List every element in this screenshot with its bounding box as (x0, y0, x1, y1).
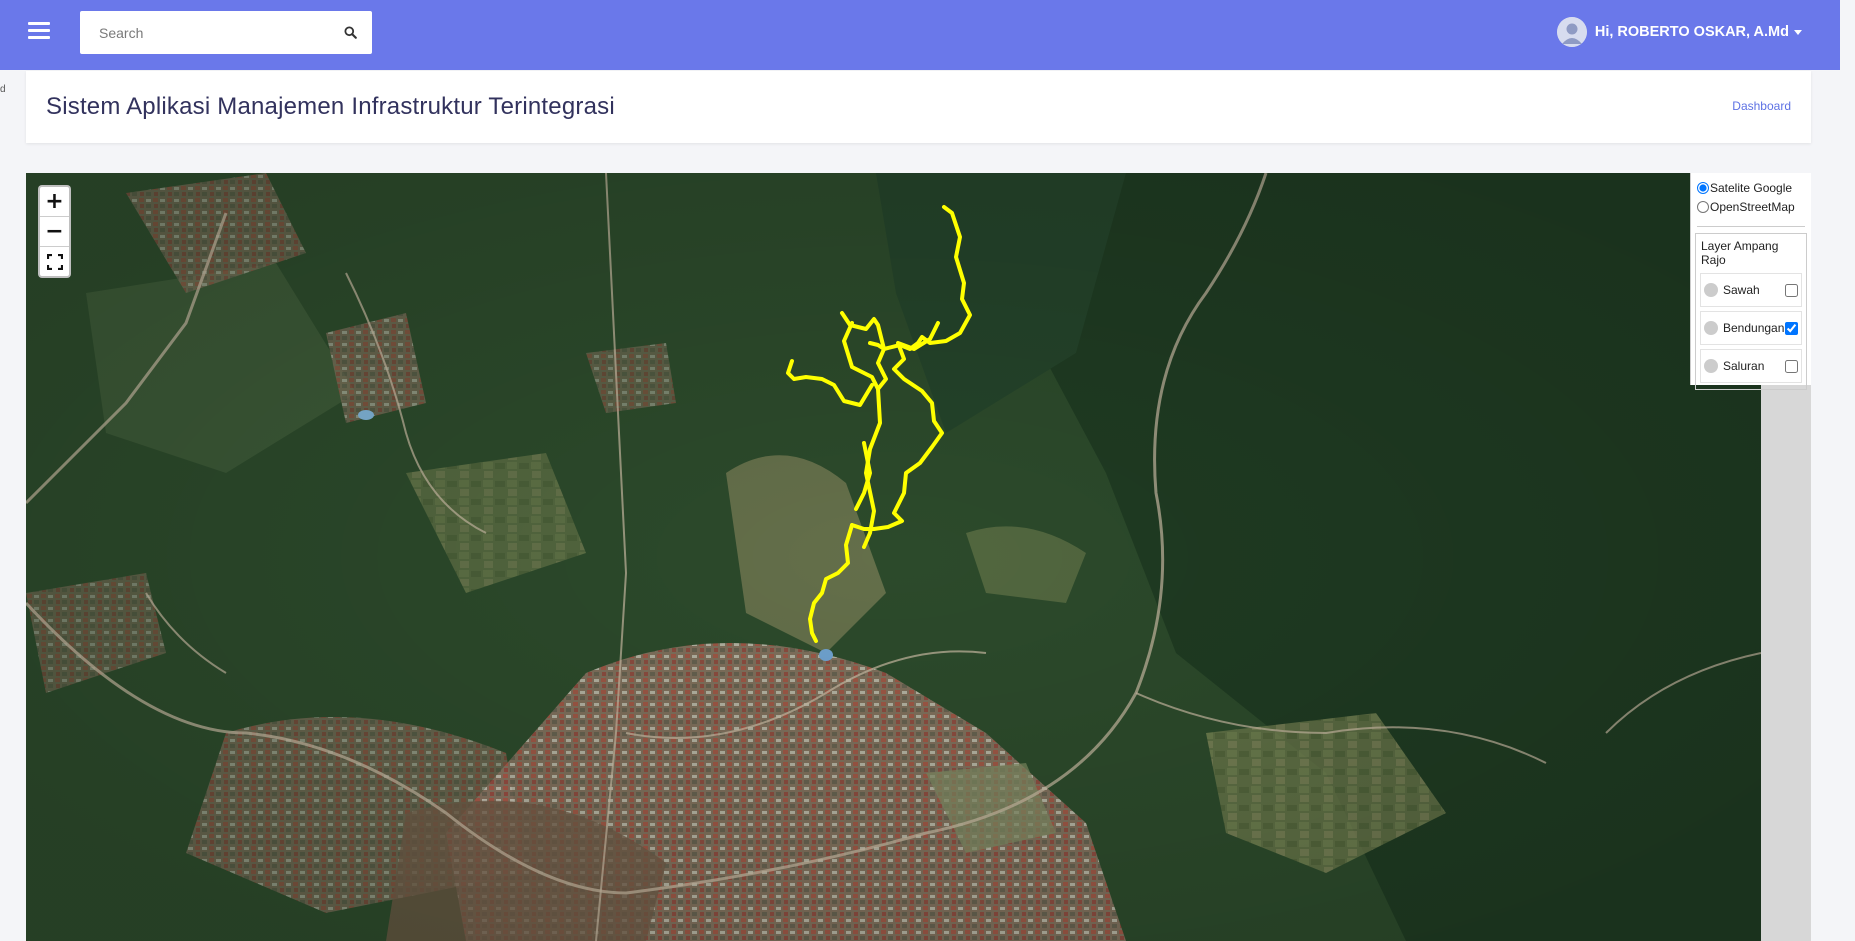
zoom-out-button[interactable]: − (40, 217, 69, 247)
fullscreen-button[interactable] (40, 247, 69, 276)
osm-radio[interactable] (1697, 200, 1709, 213)
zoom-in-button[interactable]: + (40, 187, 69, 217)
page-title: Sistem Aplikasi Manajemen Infrastruktur … (46, 93, 615, 120)
layer-label: Saluran (1723, 359, 1765, 373)
breadcrumb-dashboard-link[interactable]: Dashboard (1732, 99, 1791, 113)
map-container[interactable]: + − Satelite Google OpenStreetMap Layer … (26, 173, 1811, 941)
top-navbar: Hi, ROBERTO OSKAR, A.Md (0, 0, 1840, 70)
layer-legend-dot (1704, 321, 1718, 335)
layer-label: Sawah (1723, 283, 1760, 297)
base-layer-label: Satelite Google (1710, 180, 1793, 195)
layer-control-panel: Satelite Google OpenStreetMap Layer Ampa… (1690, 173, 1811, 390)
saluran-checkbox[interactable] (1785, 359, 1798, 373)
layer-label: Bendungan (1723, 321, 1785, 335)
base-layer-label: OpenStreetMap (1710, 199, 1795, 214)
user-menu-dropdown[interactable]: Hi, ROBERTO OSKAR, A.Md (1556, 17, 1802, 47)
overlay-group: Layer Ampang Rajo Sawah Bendungan Salura… (1695, 233, 1807, 390)
satellite-radio[interactable] (1697, 181, 1709, 194)
caret-down-icon (1794, 29, 1802, 35)
layer-item-bendungan[interactable]: Bendungan (1700, 311, 1802, 345)
sidebar-edge: d (0, 84, 6, 95)
search-form (80, 10, 372, 55)
layer-separator (1697, 226, 1805, 227)
fullscreen-icon (46, 253, 63, 270)
user-avatar-icon (1556, 17, 1587, 47)
overlay-group-title: Layer Ampang Rajo (1701, 239, 1779, 267)
hamburger-menu-icon[interactable] (28, 22, 50, 44)
search-input[interactable] (80, 10, 328, 55)
layer-item-sawah[interactable]: Sawah (1700, 273, 1802, 307)
layer-legend-dot (1704, 359, 1718, 373)
sawah-checkbox[interactable] (1785, 283, 1798, 297)
bendungan-checkbox[interactable] (1785, 321, 1798, 335)
layer-legend-dot (1704, 283, 1718, 297)
layer-item-saluran[interactable]: Saluran (1700, 349, 1802, 383)
search-button[interactable] (328, 11, 372, 54)
satellite-map-tiles[interactable] (26, 173, 1761, 941)
map-zoom-control: + − (38, 185, 71, 278)
user-name: Hi, ROBERTO OSKAR, A.Md (1594, 24, 1789, 40)
base-layer-satellite[interactable]: Satelite Google (1691, 178, 1811, 197)
base-layer-osm[interactable]: OpenStreetMap (1691, 197, 1811, 216)
search-icon (343, 26, 357, 39)
page-header-card: Sistem Aplikasi Manajemen Infrastruktur … (26, 71, 1811, 143)
